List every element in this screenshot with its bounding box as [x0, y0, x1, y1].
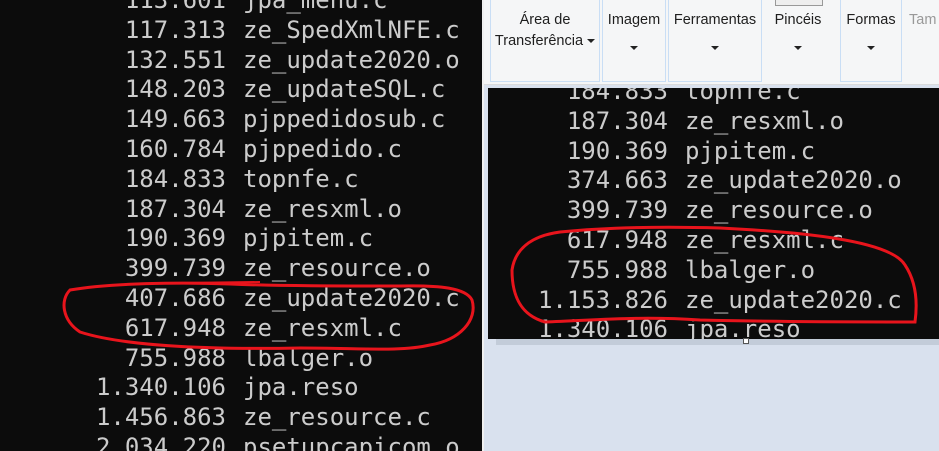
right-highlight-ellipse	[510, 225, 918, 324]
red-annotations	[62, 225, 918, 351]
left-highlight-ellipse	[62, 281, 475, 351]
left-underline-stroke	[179, 281, 261, 284]
